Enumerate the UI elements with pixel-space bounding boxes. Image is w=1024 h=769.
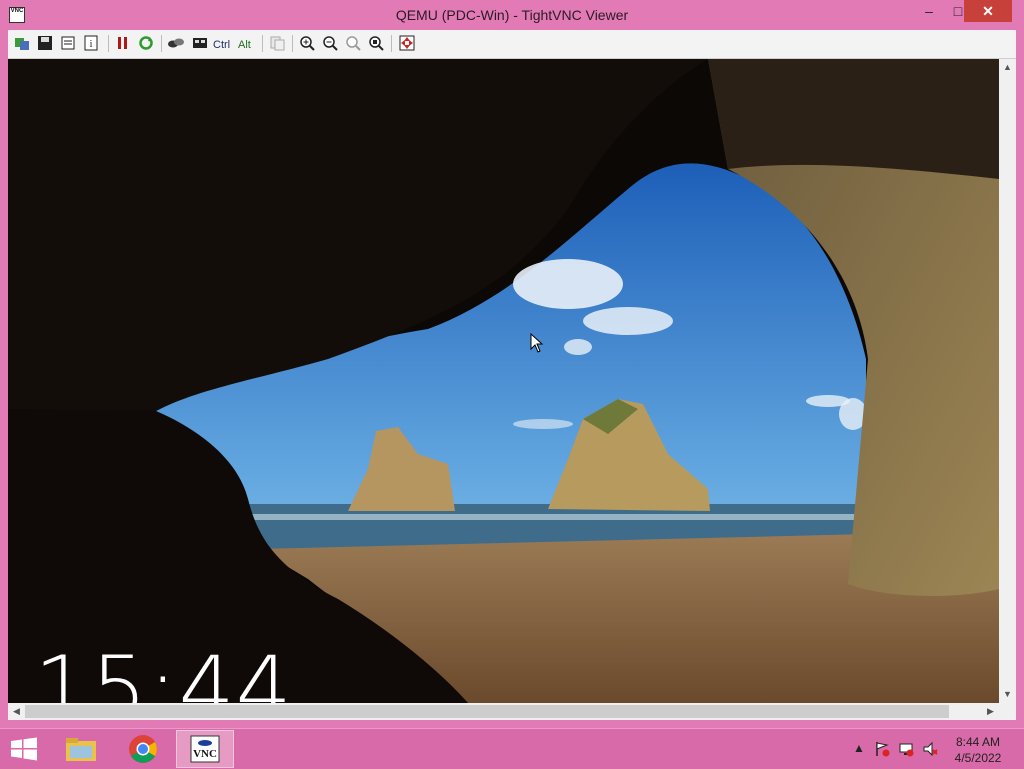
scroll-right-arrow-icon[interactable]: ▶ bbox=[982, 703, 999, 720]
toolbar-separator bbox=[161, 35, 162, 52]
scroll-down-arrow-icon[interactable]: ▼ bbox=[999, 686, 1016, 703]
toolbar-separator bbox=[262, 35, 263, 52]
connection-info-icon[interactable]: i bbox=[82, 34, 100, 52]
scrollbar-corner bbox=[999, 703, 1016, 720]
vertical-scrollbar[interactable]: ▲ ▼ bbox=[999, 59, 1016, 703]
zoom-out-icon[interactable] bbox=[321, 34, 339, 52]
horizontal-scroll-thumb[interactable] bbox=[25, 705, 949, 718]
zoom-in-icon[interactable] bbox=[298, 34, 316, 52]
new-connection-icon[interactable] bbox=[13, 34, 31, 52]
toolbar-separator bbox=[391, 35, 392, 52]
save-icon[interactable] bbox=[36, 34, 54, 52]
refresh-icon[interactable] bbox=[137, 34, 155, 52]
chrome-icon[interactable] bbox=[114, 730, 172, 768]
start-button[interactable] bbox=[10, 737, 38, 761]
scroll-up-arrow-icon[interactable]: ▲ bbox=[999, 59, 1016, 76]
taskbar: VNC ▲ 8:44 AM 4/5/2022 bbox=[0, 728, 1024, 769]
toolbar-separator bbox=[292, 35, 293, 52]
tray-time: 8:44 AM bbox=[955, 735, 1001, 749]
tray-date: 4/5/2022 bbox=[954, 751, 1002, 765]
transfer-files-icon[interactable] bbox=[167, 34, 185, 52]
windows-logo-icon bbox=[11, 737, 37, 761]
scroll-left-arrow-icon[interactable]: ◀ bbox=[8, 703, 25, 720]
file-explorer-icon[interactable] bbox=[52, 730, 110, 768]
show-hidden-icons-icon[interactable]: ▲ bbox=[853, 741, 865, 755]
lock-screen-wallpaper bbox=[8, 59, 999, 703]
network-icon[interactable] bbox=[898, 741, 914, 760]
tightvnc-label: VNC bbox=[193, 748, 217, 760]
alt-key-button[interactable]: Alt bbox=[238, 36, 251, 54]
fullscreen-icon[interactable] bbox=[398, 34, 416, 52]
tray-clock[interactable]: 8:44 AM 4/5/2022 bbox=[948, 734, 1008, 766]
window-title: QEMU (PDC-Win) - TightVNC Viewer bbox=[395, 7, 629, 23]
remote-desktop-view[interactable]: 15:44 bbox=[8, 59, 999, 703]
ctrl-key-button[interactable]: Ctrl bbox=[213, 36, 230, 54]
svg-text:i: i bbox=[90, 39, 93, 50]
options-icon[interactable] bbox=[59, 34, 77, 52]
clipboard-icon[interactable] bbox=[268, 34, 286, 52]
tightvnc-icon[interactable]: VNC bbox=[176, 730, 234, 768]
zoom-100-icon[interactable] bbox=[344, 34, 362, 52]
pause-icon[interactable] bbox=[114, 34, 132, 52]
close-button[interactable]: ✕ bbox=[964, 0, 1012, 22]
zoom-fit-icon[interactable] bbox=[367, 34, 385, 52]
lock-screen-clock: 15:44 bbox=[34, 637, 293, 703]
toolbar: i Ctrl Alt bbox=[8, 30, 1016, 59]
action-center-flag-icon[interactable] bbox=[874, 741, 890, 760]
vnc-viewer-window: VNC QEMU (PDC-Win) - TightVNC Viewer – □… bbox=[0, 0, 1024, 728]
title-bar[interactable]: VNC QEMU (PDC-Win) - TightVNC Viewer – □… bbox=[0, 0, 1024, 30]
mouse-cursor-icon bbox=[530, 332, 544, 358]
horizontal-scrollbar[interactable]: ◀ ▶ bbox=[8, 703, 999, 720]
toolbar-separator bbox=[108, 35, 109, 52]
volume-muted-icon[interactable] bbox=[922, 741, 938, 760]
ctrl-alt-del-icon[interactable] bbox=[191, 34, 209, 52]
